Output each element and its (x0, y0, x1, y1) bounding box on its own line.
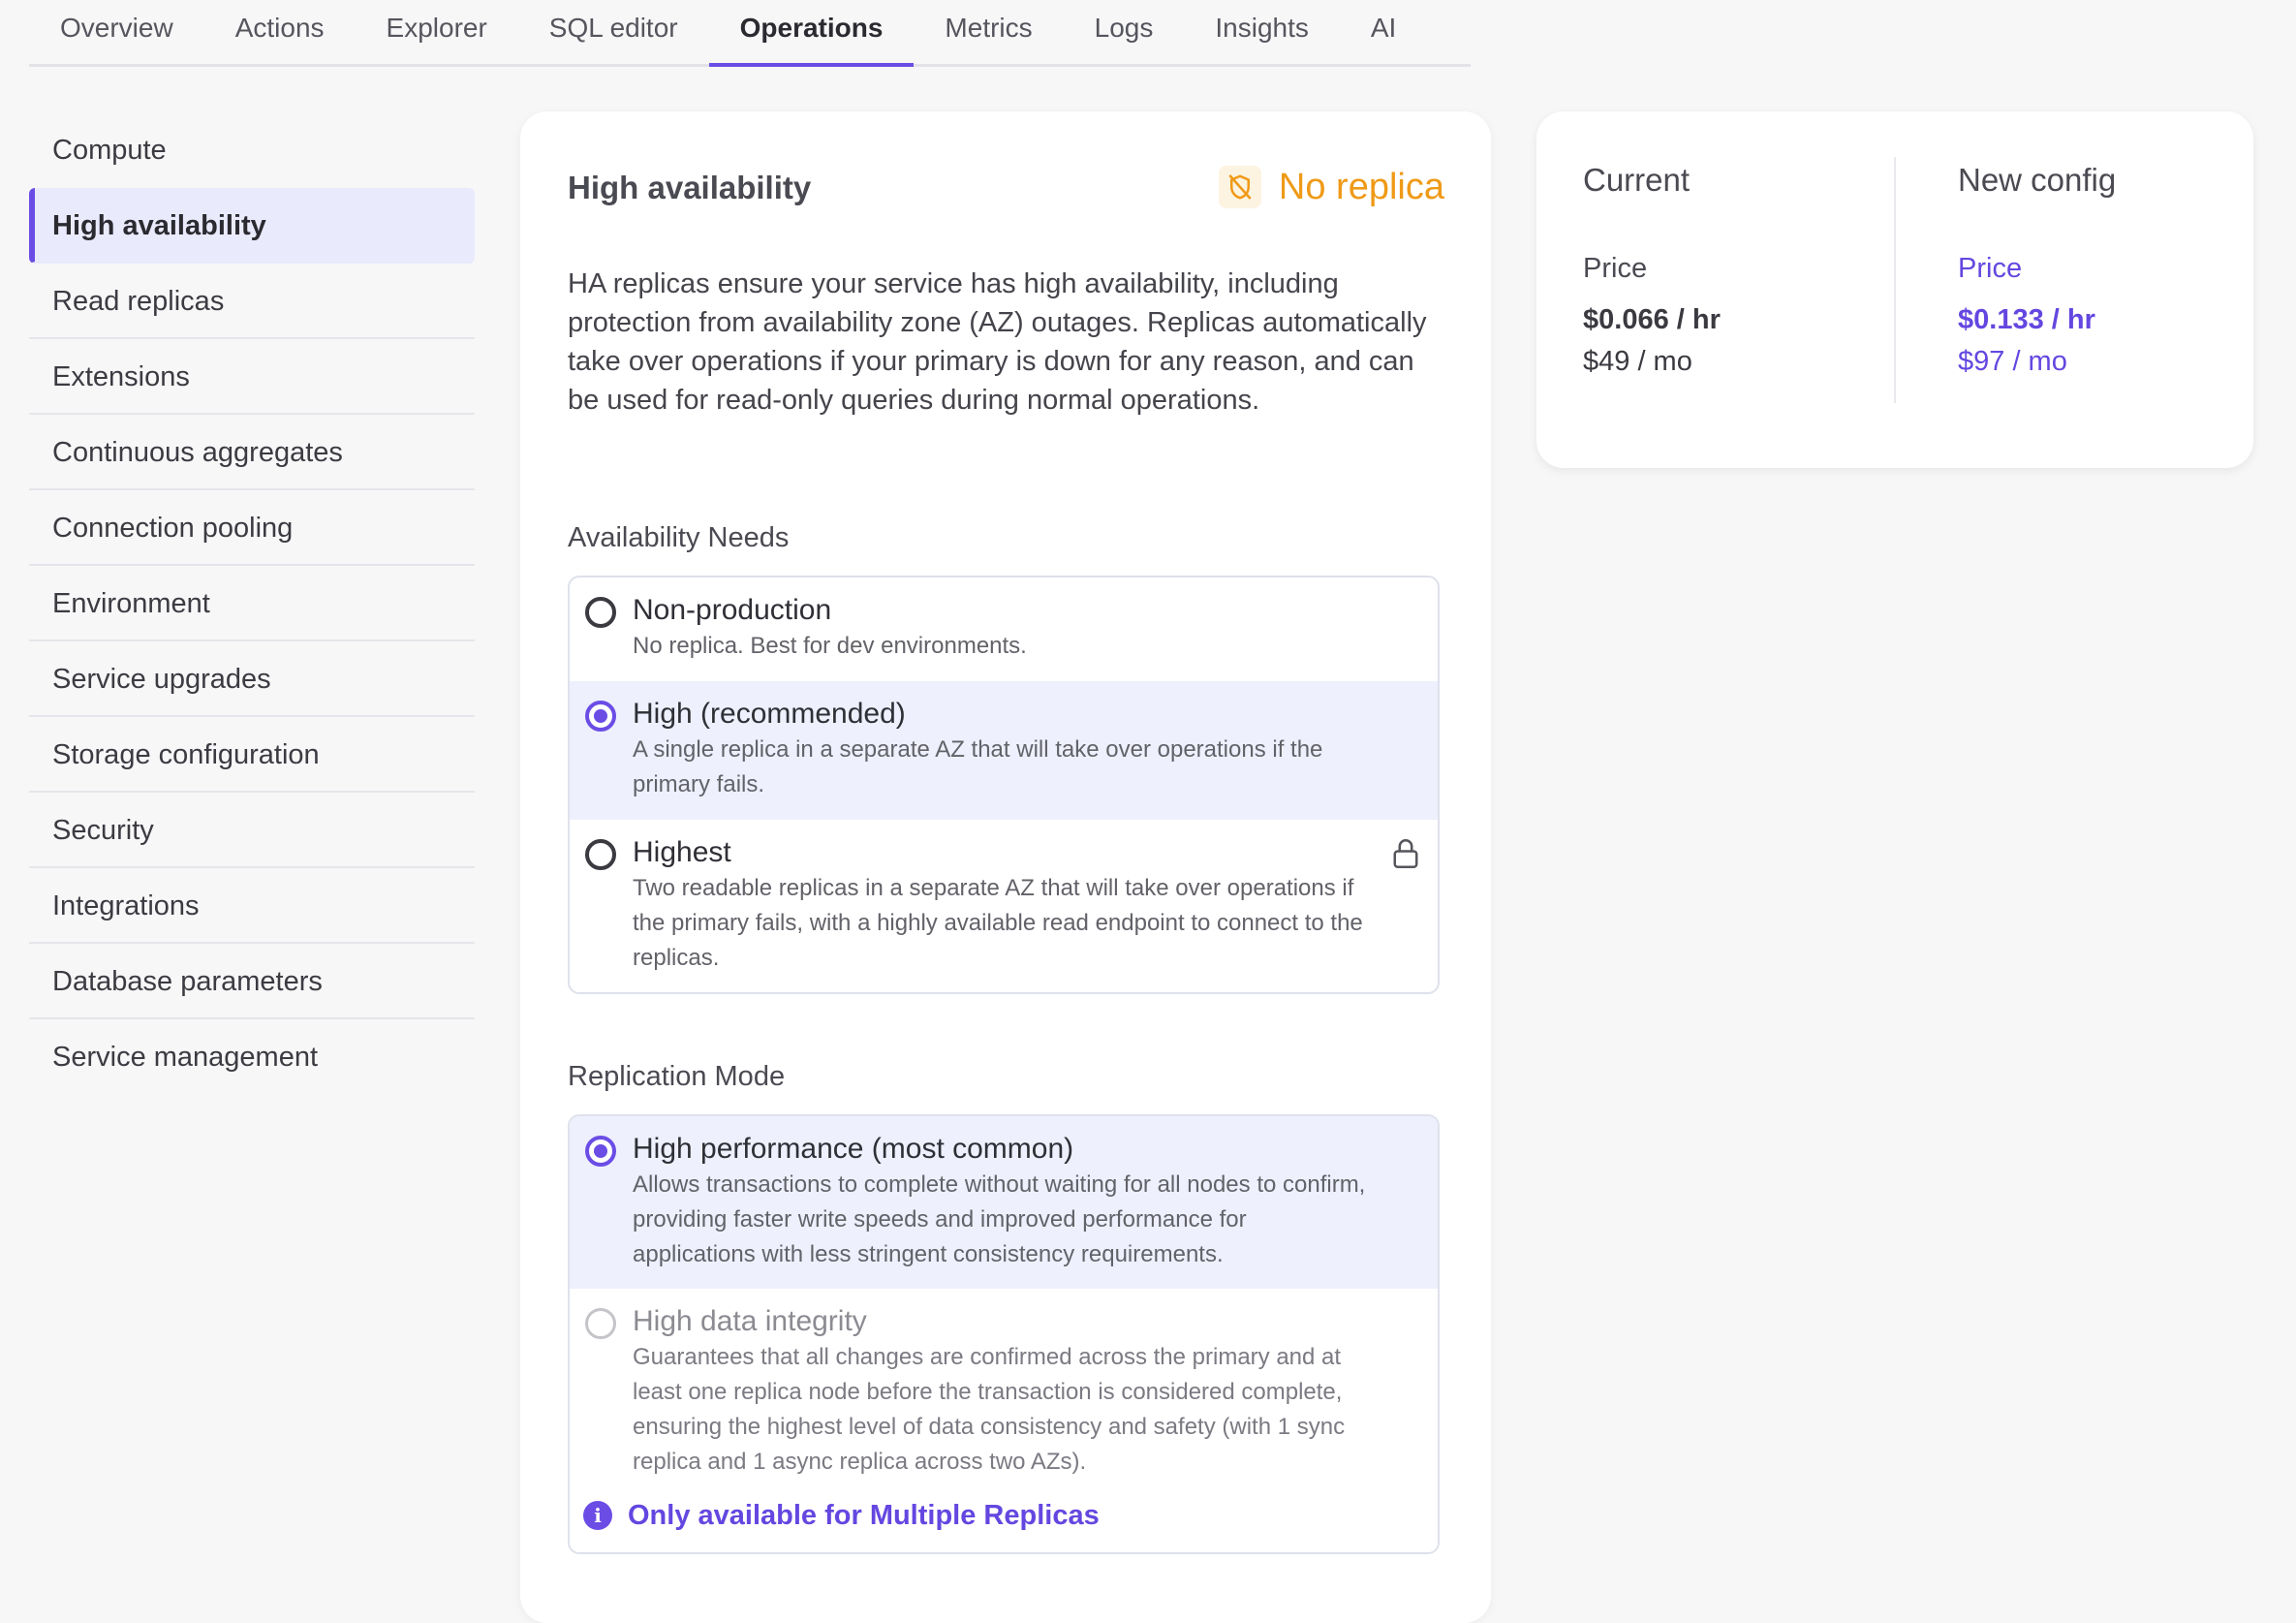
option-subtitle: Two readable replicas in a separate AZ t… (633, 875, 1363, 971)
radio-highest[interactable] (585, 839, 616, 870)
option-subtitle: Guarantees that all changes are confirme… (633, 1344, 1346, 1475)
tab-overview[interactable]: Overview (29, 0, 204, 64)
sidebar-item-high-availability[interactable]: High availability (29, 188, 475, 264)
tab-insights[interactable]: Insights (1184, 0, 1340, 64)
radio-high-recommended[interactable] (585, 701, 616, 732)
option-title: High data integrity (633, 1305, 867, 1337)
note-text: Only available for Multiple Replicas (628, 1499, 1100, 1531)
replication-options: High performance (most common) Allows tr… (568, 1114, 1440, 1554)
sidebar-item-continuous-aggregates[interactable]: Continuous aggregates (29, 415, 475, 490)
option-title: High (recommended) (633, 698, 906, 730)
high-availability-card: High availability No replica HA replicas… (520, 111, 1491, 1623)
new-config-heading: New config (1958, 162, 2117, 198)
current-price-column: Current Price $0.066 / hr $49 / mo (1583, 162, 1721, 378)
sidebar-item-storage-configuration[interactable]: Storage configuration (29, 717, 475, 793)
tab-actions[interactable]: Actions (204, 0, 356, 64)
option-subtitle: Allows transactions to complete without … (633, 1171, 1366, 1267)
sidebar-item-environment[interactable]: Environment (29, 566, 475, 641)
shield-off-icon (1218, 166, 1261, 208)
replica-status: No replica (1218, 166, 1444, 208)
ha-description: HA replicas ensure your service has high… (568, 268, 1427, 416)
option-high-recommended[interactable]: High (recommended) A single replica in a… (570, 681, 1438, 820)
current-monthly-price: $49 / mo (1583, 346, 1692, 377)
radio-high-data-integrity[interactable] (585, 1308, 616, 1339)
radio-high-performance[interactable] (585, 1136, 616, 1167)
tab-sql-editor[interactable]: SQL editor (518, 0, 709, 64)
sidebar-item-integrations[interactable]: Integrations (29, 868, 475, 944)
tab-explorer[interactable]: Explorer (356, 0, 518, 64)
replication-mode-label: Replication Mode (568, 1061, 786, 1092)
price-comparison-card: Current Price $0.066 / hr $49 / mo New c… (1536, 111, 2253, 468)
option-high-data-integrity[interactable]: High data integrity Guarantees that all … (570, 1289, 1438, 1480)
multiple-replicas-note: i Only available for Multiple Replicas (570, 1491, 1438, 1540)
option-title: Non-production (633, 594, 832, 626)
sidebar-item-connection-pooling[interactable]: Connection pooling (29, 490, 475, 566)
option-highest[interactable]: Highest Two readable replicas in a separ… (570, 820, 1438, 992)
sidebar-item-compute[interactable]: Compute (29, 112, 475, 188)
new-config-price-column: New config Price $0.133 / hr $97 / mo (1958, 162, 2116, 378)
option-title: Highest (633, 836, 731, 868)
column-divider (1894, 157, 1896, 403)
sidebar-item-service-upgrades[interactable]: Service upgrades (29, 641, 475, 717)
tab-logs[interactable]: Logs (1064, 0, 1185, 64)
sidebar-item-service-management[interactable]: Service management (29, 1019, 475, 1095)
tab-metrics[interactable]: Metrics (914, 0, 1063, 64)
availability-needs-label: Availability Needs (568, 522, 790, 553)
option-subtitle: A single replica in a separate AZ that w… (633, 736, 1323, 797)
sidebar-item-security[interactable]: Security (29, 793, 475, 868)
current-hourly-price: $0.066 / hr (1583, 304, 1721, 335)
radio-non-production[interactable] (585, 597, 616, 628)
sidebar-item-extensions[interactable]: Extensions (29, 339, 475, 415)
option-subtitle: No replica. Best for dev environments. (633, 633, 1027, 659)
tab-operations[interactable]: Operations (708, 0, 915, 67)
sidebar-item-read-replicas[interactable]: Read replicas (29, 264, 475, 339)
availability-options: Non-production No replica. Best for dev … (568, 576, 1440, 994)
operations-sidebar: Compute High availability Read replicas … (29, 112, 475, 1095)
option-non-production[interactable]: Non-production No replica. Best for dev … (570, 577, 1438, 681)
current-heading: Current (1583, 162, 1691, 198)
option-title: High performance (most common) (633, 1133, 1074, 1165)
sidebar-item-database-parameters[interactable]: Database parameters (29, 944, 475, 1019)
tab-ai[interactable]: AI (1340, 0, 1427, 64)
info-icon: i (583, 1501, 612, 1530)
new-hourly-price: $0.133 / hr (1958, 304, 2095, 335)
page-title: High availability (568, 170, 812, 205)
new-monthly-price: $97 / mo (1958, 346, 2067, 377)
option-high-performance[interactable]: High performance (most common) Allows tr… (570, 1116, 1438, 1289)
new-price-label: Price (1958, 253, 2023, 284)
lock-icon (1391, 837, 1420, 875)
top-tabs: Overview Actions Explorer SQL editor Ope… (29, 0, 1471, 67)
current-price-label: Price (1583, 253, 1648, 284)
status-text: No replica (1278, 166, 1444, 207)
